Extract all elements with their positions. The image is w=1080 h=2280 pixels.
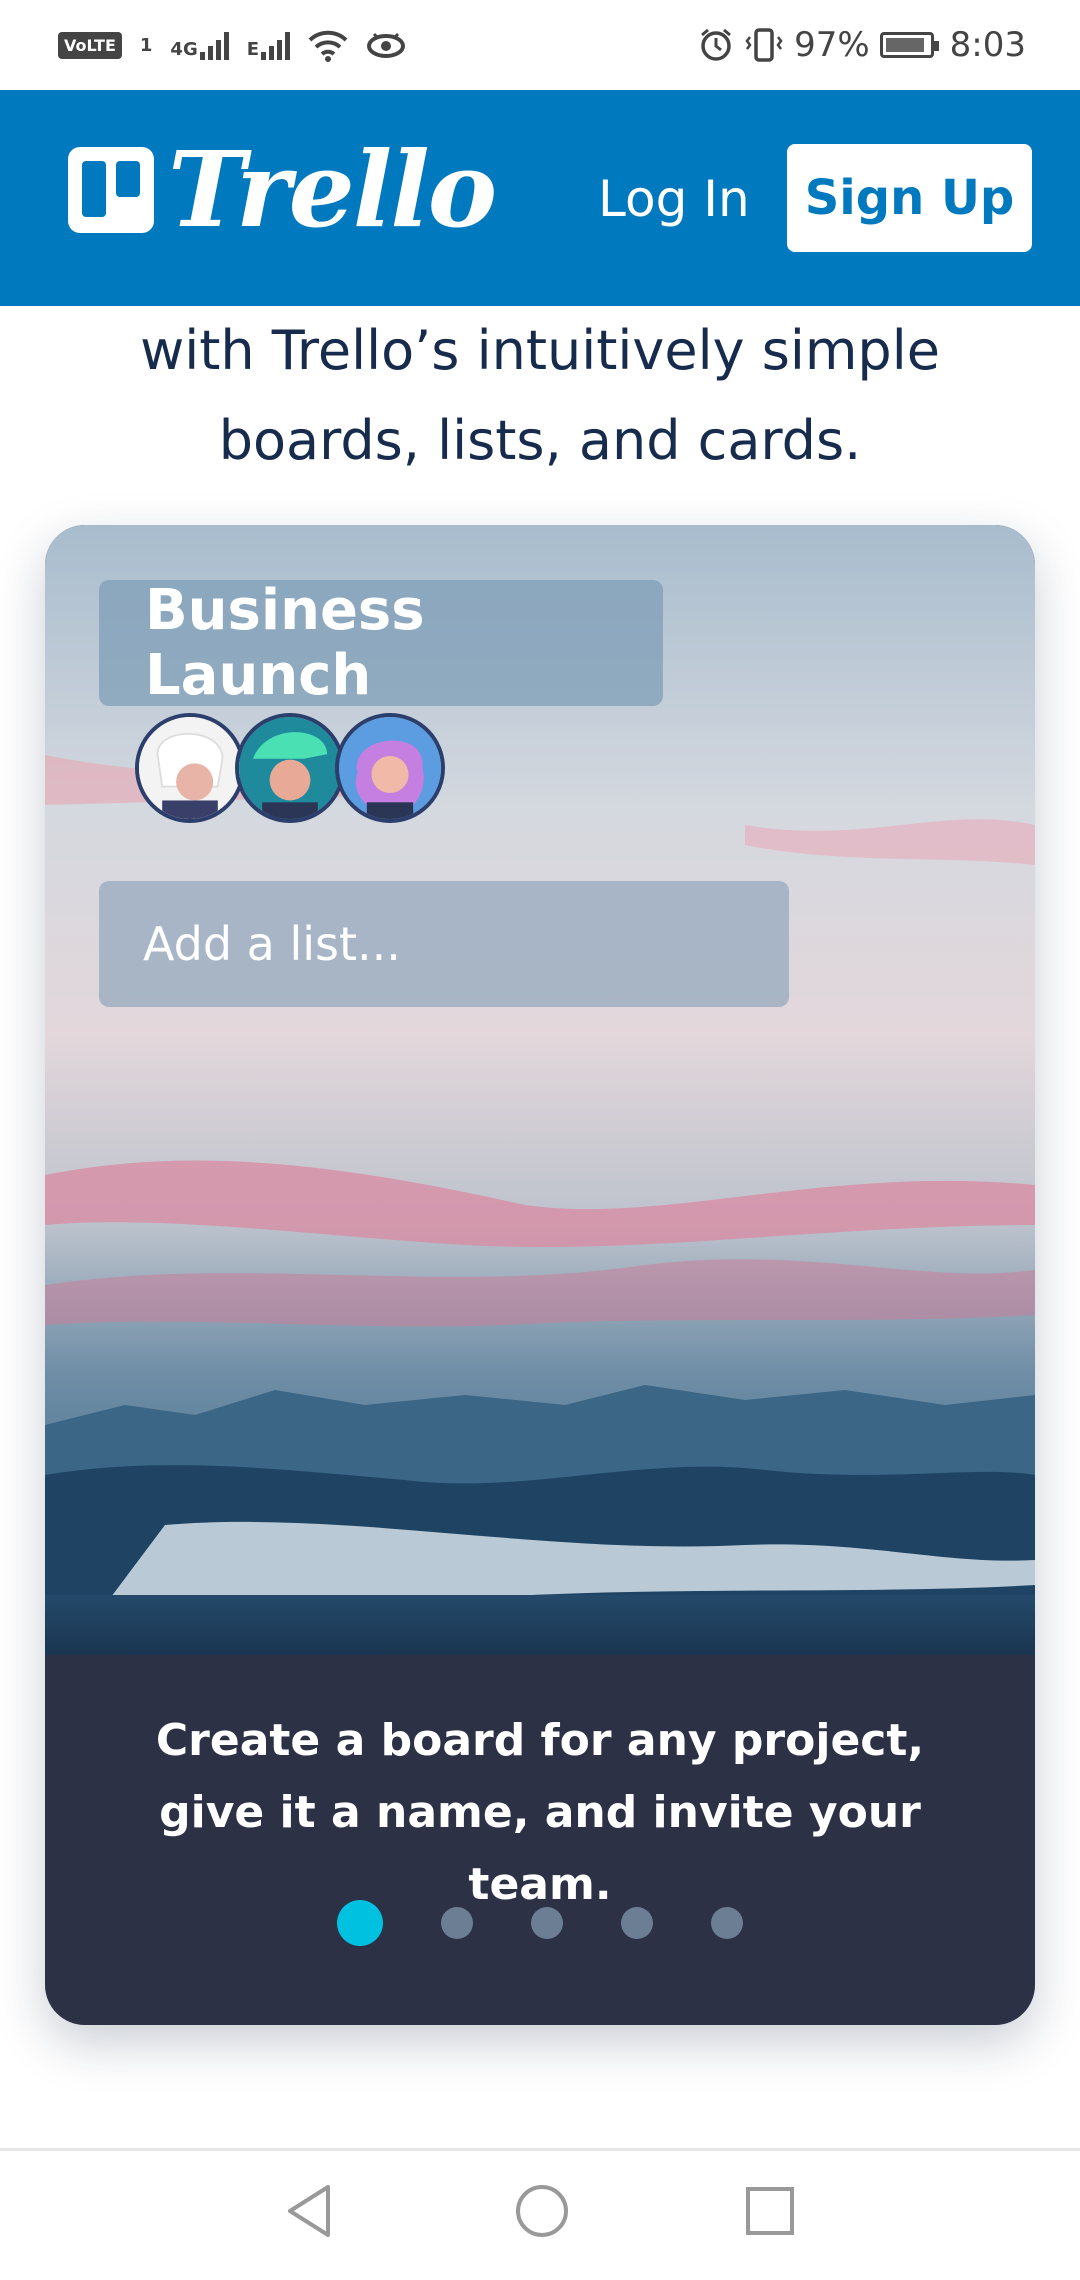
back-icon[interactable]	[282, 2181, 336, 2241]
home-icon[interactable]	[512, 2181, 572, 2241]
signup-button[interactable]: Sign Up	[787, 144, 1032, 252]
login-link[interactable]: Log In	[598, 170, 750, 228]
intro-line-1: with Trello’s intuitively simple	[140, 319, 940, 382]
carousel-dot-5[interactable]	[711, 1907, 743, 1939]
board-title: Business Launch	[99, 578, 663, 708]
network-type-1: 4G	[170, 39, 198, 60]
android-nav-bar	[0, 2151, 1080, 2280]
add-list-input[interactable]: Add a list...	[99, 881, 789, 1007]
status-bar: VoLTE 1 4G E 97% 8:03	[0, 0, 1080, 90]
carousel-caption: Create a board for any project, give it …	[155, 1715, 925, 1910]
battery-percent: 97%	[794, 25, 870, 65]
carousel-dot-1[interactable]	[337, 1900, 383, 1946]
intro-line-2: boards, lists, and cards.	[218, 409, 862, 472]
avatar	[335, 713, 445, 823]
recents-icon[interactable]	[742, 2181, 798, 2241]
carousel-dot-2[interactable]	[441, 1907, 473, 1939]
feature-carousel-card[interactable]: Business Launch Add a list... Create a b…	[45, 525, 1035, 2025]
carousel-dot-4[interactable]	[621, 1907, 653, 1939]
carousel-dots	[45, 1900, 1035, 1946]
network-type-2: E	[246, 39, 260, 60]
vibrate-icon	[745, 28, 783, 62]
header: Trello Log In Sign Up	[0, 90, 1080, 306]
wifi-icon	[308, 30, 348, 62]
carousel-dot-3[interactable]	[531, 1907, 563, 1939]
avatar	[135, 713, 245, 823]
eye-icon	[367, 32, 406, 58]
sim-badge: 1	[139, 34, 153, 56]
status-left: VoLTE 1 4G E	[58, 0, 406, 90]
brand-name: Trello	[168, 128, 497, 251]
status-right: 97% 8:03	[698, 0, 1026, 90]
avatar	[235, 713, 345, 823]
trello-board-icon	[68, 147, 154, 233]
volte-icon: VoLTE	[58, 31, 122, 59]
signal-icon: 4G	[170, 30, 229, 60]
trello-logo[interactable]: Trello	[68, 128, 497, 251]
clock: 8:03	[949, 25, 1026, 65]
battery-icon	[879, 32, 939, 58]
signal-icon-2: E	[246, 30, 291, 60]
alarm-icon	[701, 28, 732, 61]
intro-text: with Trello’s intuitively simple boards,…	[60, 306, 1020, 486]
